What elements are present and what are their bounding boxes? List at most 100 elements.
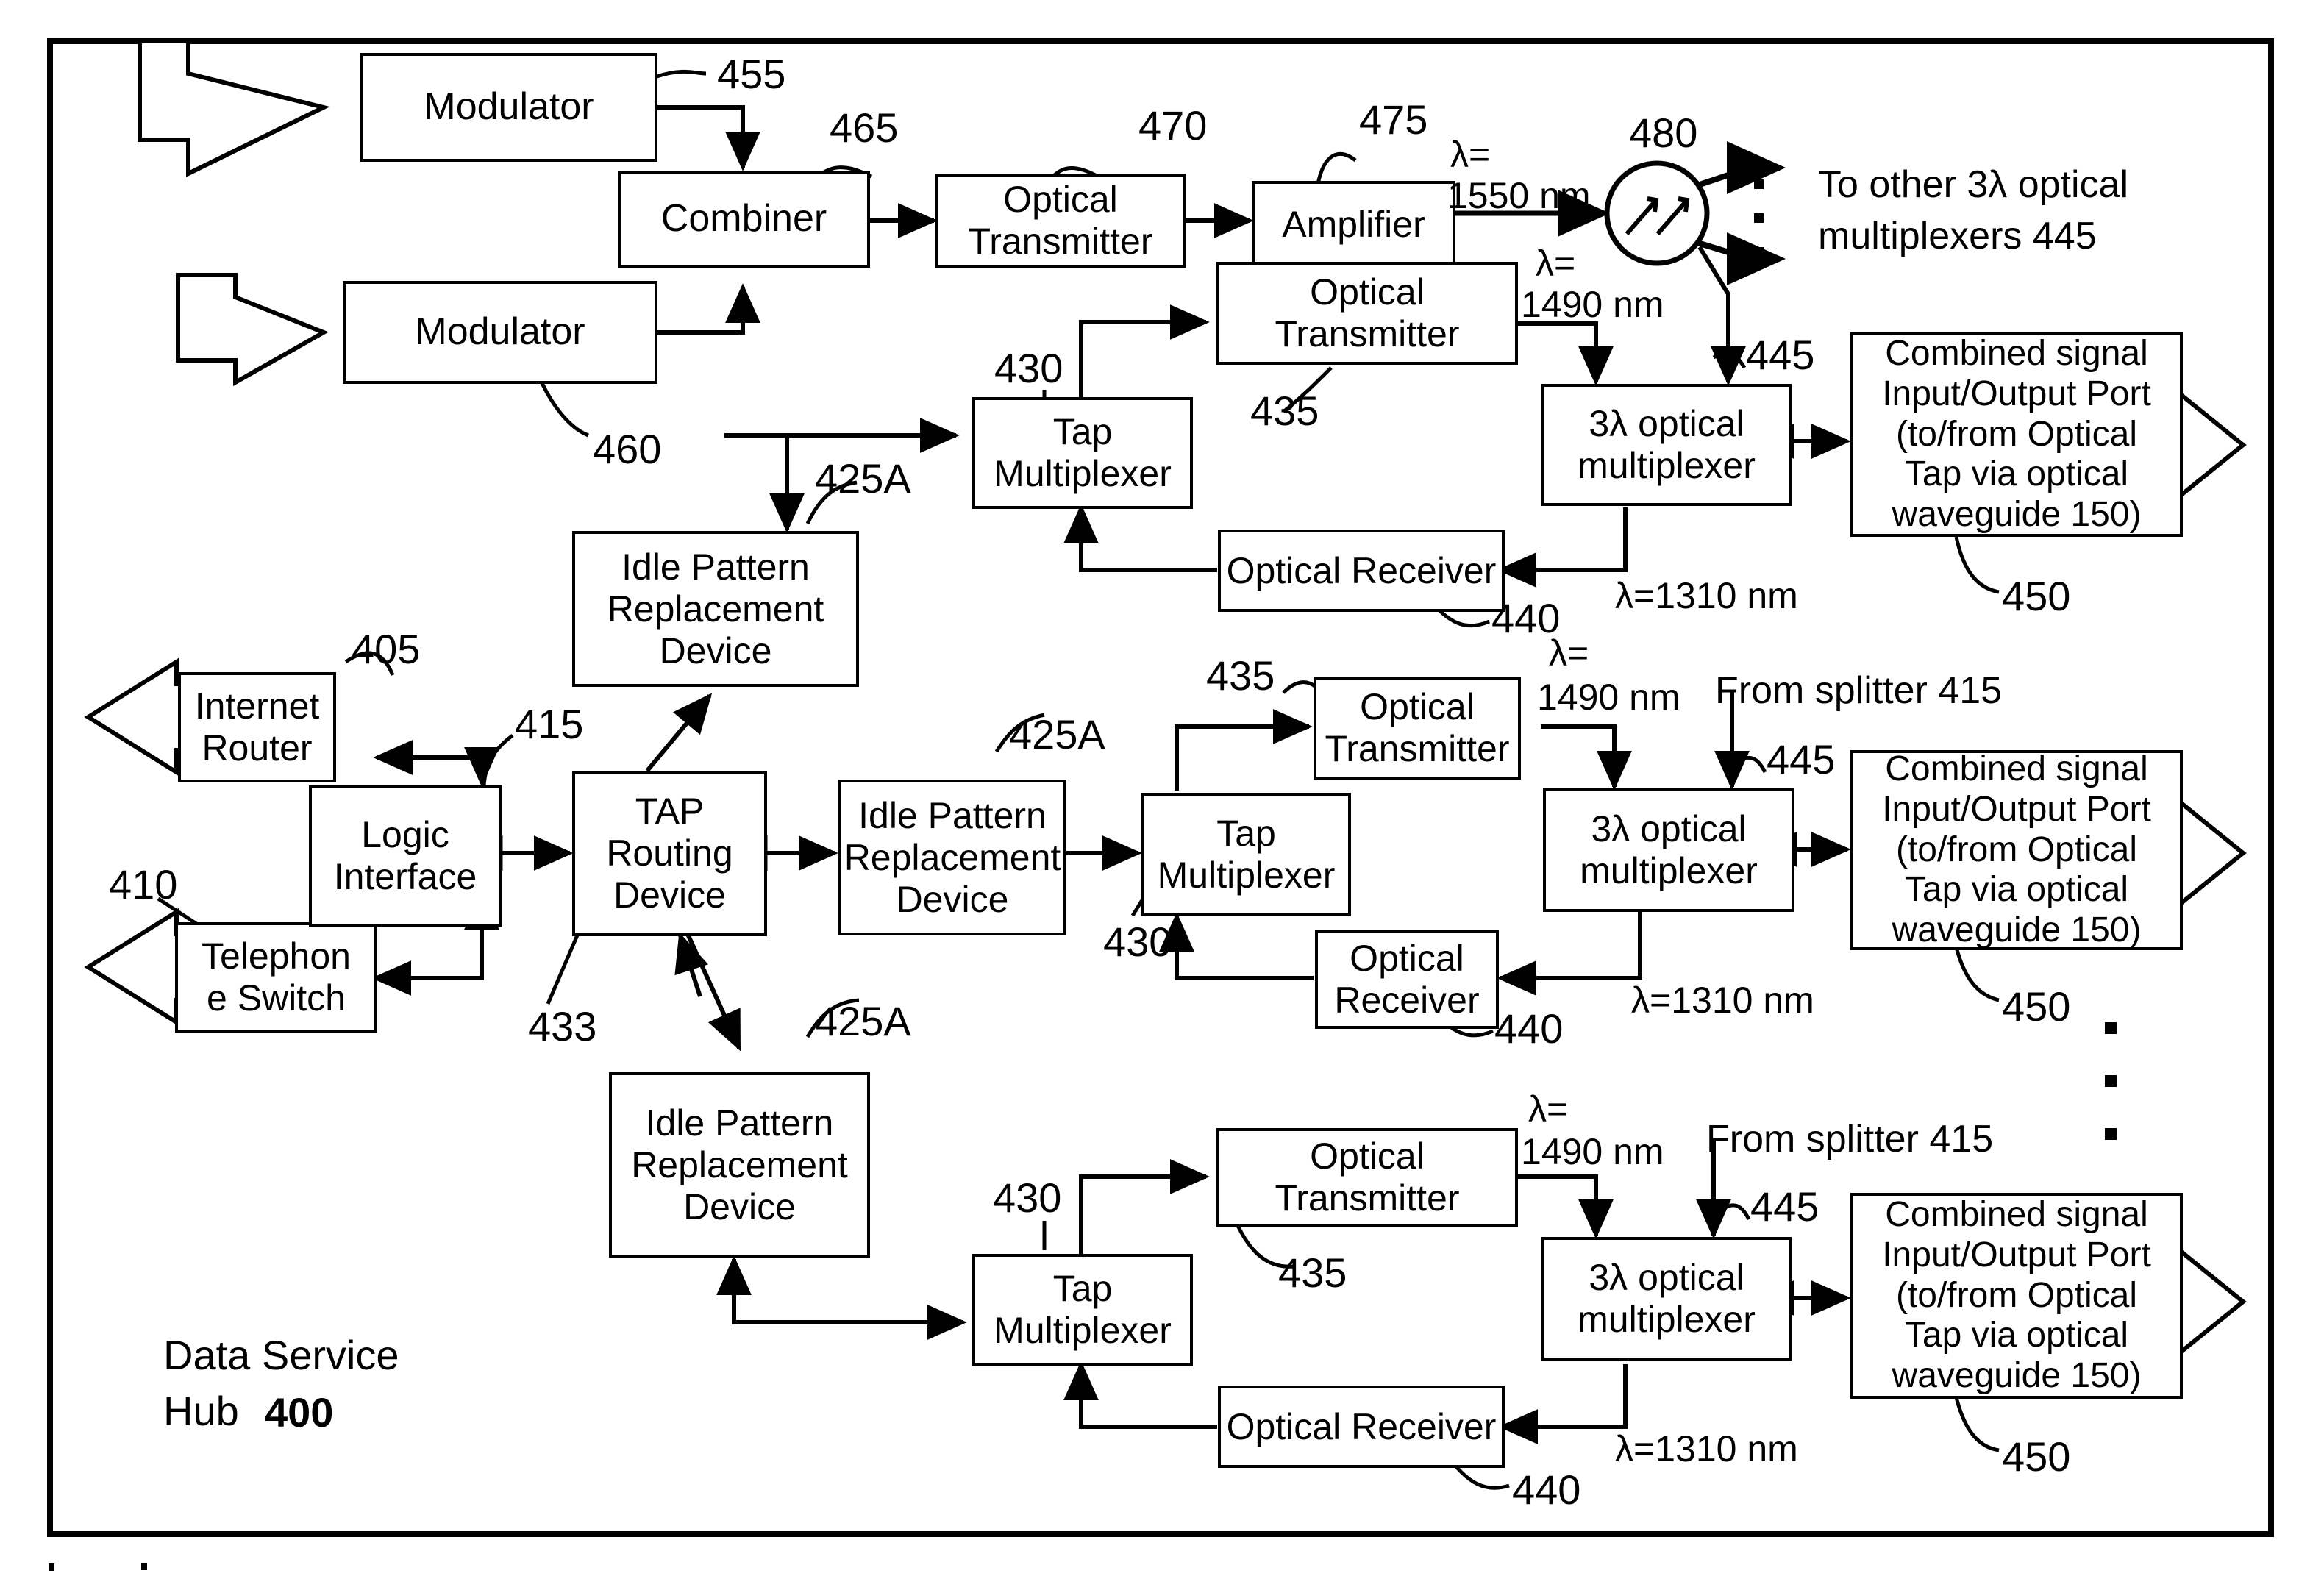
annot-lambda-1310-a: λ=1310 nm	[1615, 575, 1798, 616]
box-label: Tap Multiplexer	[994, 1268, 1172, 1351]
box-label: Modulator	[424, 85, 594, 129]
ref-430-a: 430	[994, 345, 1063, 391]
hub-number: 400	[265, 1389, 334, 1436]
box-label: Idle Pattern Replacement Device	[844, 794, 1061, 920]
ref-440-b: 440	[1494, 1005, 1564, 1052]
box-optical-transmitter-3[interactable]: Optical Transmitter	[1314, 677, 1521, 780]
ref-460: 460	[593, 426, 662, 472]
box-optical-receiver-2[interactable]: Optical Receiver	[1315, 930, 1499, 1029]
annot-to-other-mux-line2: multiplexers 445	[1818, 215, 2097, 257]
box-optical-transmitter-1[interactable]: Optical Transmitter	[935, 174, 1186, 268]
ref-450-b: 450	[2002, 983, 2071, 1030]
vertical-ellipsis-icon	[2105, 1075, 2117, 1087]
box-label: Optical Transmitter	[1275, 271, 1460, 354]
box-combiner[interactable]: Combiner	[618, 171, 870, 268]
ref-415: 415	[515, 701, 584, 747]
ref-433: 433	[528, 1003, 597, 1049]
ref-480: 480	[1629, 110, 1698, 156]
box-logic-interface[interactable]: Logic Interface	[309, 785, 502, 927]
box-tap-routing-device[interactable]: TAP Routing Device	[572, 771, 767, 936]
ref-430-b: 430	[1103, 919, 1172, 965]
box-amplifier[interactable]: Amplifier	[1252, 181, 1455, 268]
box-label: Optical Receiver	[1226, 549, 1497, 591]
ref-445-a: 445	[1746, 332, 1815, 378]
ref-465: 465	[830, 104, 899, 151]
annot-lambda-1490-c-line2: 1490 nm	[1521, 1131, 1664, 1172]
box-label: Combined signal Input/Output Port (to/fr…	[1882, 749, 2151, 950]
ref-440-c: 440	[1512, 1466, 1581, 1513]
ref-430-c: 430	[993, 1174, 1062, 1221]
page-artifact-mark	[49, 1563, 54, 1571]
hub-label-line1: Data Service	[163, 1332, 399, 1378]
box-tap-multiplexer-1[interactable]: Tap Multiplexer	[972, 397, 1193, 509]
box-label: Combined signal Input/Output Port (to/fr…	[1882, 334, 2151, 535]
annot-from-splitter-b: From splitter 415	[1715, 669, 2003, 712]
ref-470: 470	[1138, 102, 1208, 149]
box-tap-multiplexer-2[interactable]: Tap Multiplexer	[1141, 793, 1351, 916]
annot-lambda-1490-a-line2: 1490 nm	[1521, 284, 1664, 325]
box-port-1[interactable]: Combined signal Input/Output Port (to/fr…	[1850, 332, 2183, 537]
box-label: Optical Receiver	[1226, 1405, 1497, 1447]
box-label: 3λ optical multiplexer	[1578, 403, 1756, 486]
annot-lambda-1310-b: λ=1310 nm	[1631, 980, 1814, 1021]
box-internet-router[interactable]: Internet Router	[178, 672, 336, 782]
box-idle-1[interactable]: Idle Pattern Replacement Device	[572, 531, 859, 687]
ref-425A-b: 425A	[1009, 711, 1105, 757]
box-port-3[interactable]: Combined signal Input/Output Port (to/fr…	[1850, 1193, 2183, 1399]
box-label: Idle Pattern Replacement Device	[607, 546, 824, 671]
ref-410: 410	[109, 861, 178, 908]
annot-from-splitter-c: From splitter 415	[1706, 1118, 1994, 1160]
box-mux-1[interactable]: 3λ optical multiplexer	[1541, 384, 1792, 506]
annot-lambda-1490-b-line2: 1490 nm	[1537, 677, 1680, 718]
annot-lambda-1490-b-line1: λ=	[1549, 632, 1589, 674]
ref-435-c: 435	[1278, 1249, 1347, 1296]
box-label: TAP Routing Device	[606, 791, 733, 916]
box-optical-transmitter-2[interactable]: Optical Transmitter	[1216, 262, 1518, 365]
box-label: Logic Interface	[333, 814, 477, 897]
ref-455: 455	[717, 51, 786, 97]
box-modulator-bottom[interactable]: Modulator	[343, 281, 657, 384]
box-label: 3λ optical multiplexer	[1580, 808, 1758, 891]
box-label: 3λ optical multiplexer	[1578, 1257, 1756, 1340]
box-idle-2[interactable]: Idle Pattern Replacement Device	[838, 780, 1066, 935]
box-optical-transmitter-4[interactable]: Optical Transmitter	[1216, 1128, 1518, 1227]
box-tap-multiplexer-3[interactable]: Tap Multiplexer	[972, 1254, 1193, 1366]
splitter-ellipsis-icon	[1754, 247, 1764, 257]
splitter-ellipsis-icon	[1754, 179, 1764, 189]
splitter-ellipsis-icon	[1754, 213, 1764, 223]
box-label: Telephon e Switch	[202, 935, 351, 1019]
ref-450-c: 450	[2002, 1433, 2071, 1480]
box-label: Tap Multiplexer	[1157, 813, 1336, 896]
box-label: Optical Transmitter	[968, 179, 1153, 262]
box-label: Modulator	[415, 310, 585, 354]
box-port-2[interactable]: Combined signal Input/Output Port (to/fr…	[1850, 749, 2183, 950]
box-optical-receiver-1[interactable]: Optical Receiver	[1218, 530, 1505, 612]
ref-445-b: 445	[1767, 736, 1836, 782]
box-label: Optical Transmitter	[1275, 1135, 1460, 1219]
ref-445-c: 445	[1750, 1183, 1819, 1230]
vertical-ellipsis-icon	[2105, 1022, 2117, 1034]
patent-figure: Modulator Modulator Combiner Optical Tra…	[0, 0, 2324, 1576]
ref-405: 405	[352, 626, 421, 672]
annot-lambda-1490-c-line1: λ=	[1528, 1088, 1569, 1130]
box-label: Tap Multiplexer	[994, 411, 1172, 494]
annot-lambda-1310-c: λ=1310 nm	[1615, 1428, 1798, 1469]
box-modulator-top[interactable]: Modulator	[360, 53, 657, 162]
ref-450-a: 450	[2002, 573, 2071, 619]
box-mux-2[interactable]: 3λ optical multiplexer	[1543, 788, 1794, 912]
annot-lambda-1550-line2: 1550 nm	[1447, 175, 1591, 216]
box-telephone-switch[interactable]: Telephon e Switch	[175, 922, 377, 1033]
ref-435-b: 435	[1206, 652, 1275, 699]
box-mux-3[interactable]: 3λ optical multiplexer	[1541, 1237, 1792, 1361]
page-artifact-mark	[141, 1563, 147, 1570]
annot-lambda-1550-line1: λ=	[1450, 134, 1491, 175]
box-label: Combiner	[660, 197, 827, 240]
box-label: Idle Pattern Replacement Device	[631, 1102, 848, 1227]
vertical-ellipsis-icon	[2105, 1128, 2117, 1140]
ref-425A-a: 425A	[815, 455, 911, 502]
ref-425A-c: 425A	[815, 998, 911, 1044]
box-optical-receiver-3[interactable]: Optical Receiver	[1218, 1386, 1505, 1468]
box-label: Combined signal Input/Output Port (to/fr…	[1882, 1195, 2151, 1396]
box-label: Optical Receiver	[1334, 937, 1480, 1021]
box-idle-3[interactable]: Idle Pattern Replacement Device	[609, 1072, 870, 1258]
